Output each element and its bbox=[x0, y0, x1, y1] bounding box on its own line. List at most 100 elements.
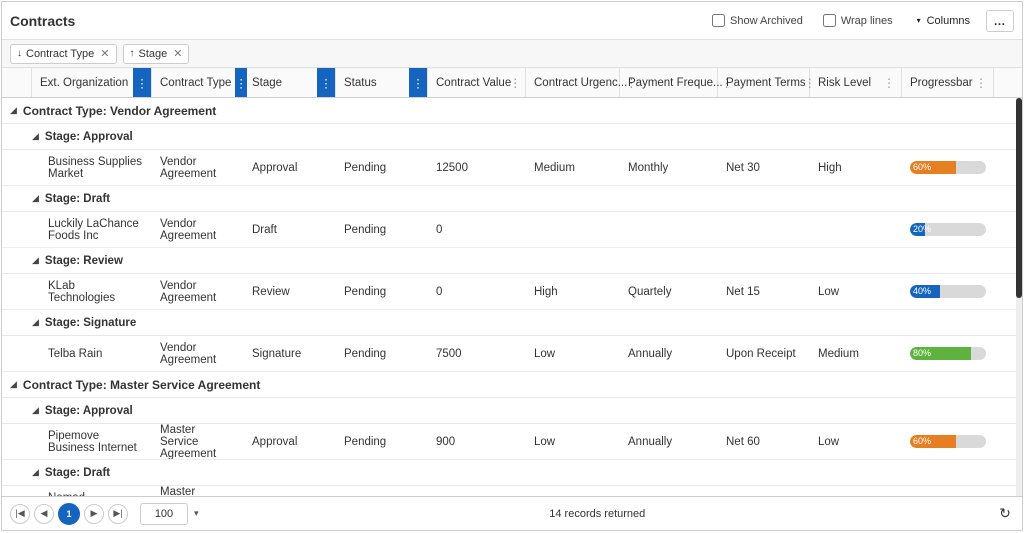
table-row[interactable]: Luckily LaChance Foods IncVendor Agreeme… bbox=[2, 212, 1022, 248]
group-row-stage[interactable]: ◢Stage: Review bbox=[2, 248, 1022, 274]
group-label: Contract Type: Vendor Agreement bbox=[23, 104, 216, 118]
cell-status: Pending bbox=[336, 212, 428, 247]
group-chip-stage[interactable]: ↑ Stage ✕ bbox=[123, 44, 190, 64]
caret-down-icon: ◢ bbox=[10, 379, 17, 390]
toolbar: Contracts Show Archived Wrap lines ▾ Col… bbox=[2, 2, 1022, 40]
group-row-stage[interactable]: ◢Stage: Approval bbox=[2, 398, 1022, 424]
cell-value: 0 bbox=[428, 274, 526, 309]
cell-progress: 20% bbox=[902, 486, 994, 496]
cell-status: Pending bbox=[336, 274, 428, 309]
grip-icon[interactable]: ⋮ bbox=[133, 68, 151, 97]
cell-status: Pending bbox=[336, 150, 428, 185]
cell-org: Telba Rain bbox=[32, 336, 152, 371]
cell-value: 12500 bbox=[428, 150, 526, 185]
table-row[interactable]: Business Supplies MarketVendor Agreement… bbox=[2, 150, 1022, 186]
cell-freq: Quartely bbox=[620, 274, 718, 309]
group-row-stage[interactable]: ◢Stage: Approval bbox=[2, 124, 1022, 150]
grip-icon[interactable]: ⋮ bbox=[885, 68, 893, 97]
cell-urgency: High bbox=[526, 274, 620, 309]
grip-icon[interactable]: ⋮ bbox=[511, 68, 519, 97]
col-payment-terms[interactable]: Payment Terms⋮ bbox=[718, 68, 810, 97]
col-contract-value[interactable]: Contract Value⋮ bbox=[428, 68, 526, 97]
col-payment-frequency[interactable]: Payment Freque...⋮ bbox=[620, 68, 718, 97]
cell-risk: High bbox=[810, 150, 902, 185]
progress-value: 40% bbox=[913, 285, 931, 298]
sort-desc-icon: ↓ bbox=[17, 48, 22, 59]
wrap-lines-toggle[interactable]: Wrap lines bbox=[823, 14, 893, 27]
cell-progress: 40% bbox=[902, 274, 994, 309]
group-row-stage[interactable]: ◢ Stage: Draft bbox=[2, 186, 1022, 212]
pager-first-button[interactable]: |◀ bbox=[10, 504, 30, 524]
cell-terms: Net 60 bbox=[718, 486, 810, 496]
cell-terms bbox=[718, 212, 810, 247]
close-icon[interactable]: ✕ bbox=[173, 47, 182, 60]
group-label: Stage: Draft bbox=[45, 467, 110, 479]
progress-bar: 60% bbox=[910, 161, 986, 174]
close-icon[interactable]: ✕ bbox=[100, 47, 109, 60]
col-status[interactable]: Status⋮ bbox=[336, 68, 428, 97]
wrap-lines-checkbox[interactable] bbox=[823, 14, 836, 27]
cell-type: Vendor Agreement bbox=[152, 336, 244, 371]
show-archived-checkbox[interactable] bbox=[712, 14, 725, 27]
scrollbar-thumb[interactable] bbox=[1016, 98, 1022, 298]
refresh-button[interactable]: ↻ bbox=[996, 505, 1014, 523]
column-headers: Ext. Organization⋮ Contract Type⋮ Stage⋮… bbox=[2, 68, 1022, 98]
cell-terms: Net 15 bbox=[718, 274, 810, 309]
cell-terms: Net 30 bbox=[718, 150, 810, 185]
columns-button[interactable]: ▾ Columns bbox=[917, 15, 970, 27]
col-stage[interactable]: Stage⋮ bbox=[244, 68, 336, 97]
progress-bar: 40% bbox=[910, 285, 986, 298]
group-label: Stage: Signature bbox=[45, 317, 136, 329]
pager-last-button[interactable]: ▶| bbox=[108, 504, 128, 524]
group-row-stage[interactable]: ◢Stage: Signature bbox=[2, 310, 1022, 336]
col-progressbar[interactable]: Progressbar⋮ bbox=[902, 68, 994, 97]
col-ext-organization[interactable]: Ext. Organization⋮ bbox=[32, 68, 152, 97]
row-expand-gutter bbox=[2, 68, 32, 97]
cell-org: Business Supplies Market bbox=[32, 150, 152, 185]
pager-current-page[interactable]: 1 bbox=[58, 503, 80, 525]
cell-type: Vendor Agreement bbox=[152, 212, 244, 247]
cell-risk: Low bbox=[810, 486, 902, 496]
cell-type: Master Service Agreement bbox=[152, 424, 244, 459]
cell-progress: 20% bbox=[902, 212, 994, 247]
progress-value: 60% bbox=[913, 161, 931, 174]
grip-icon[interactable]: ⋮ bbox=[977, 68, 985, 97]
table-row[interactable]: Pipemove Business InternetMaster Service… bbox=[2, 424, 1022, 460]
cell-freq: Monthly bbox=[620, 486, 718, 496]
cell-stage: Draft bbox=[244, 486, 336, 496]
pager-prev-button[interactable]: ◀ bbox=[34, 504, 54, 524]
group-row-contract-type[interactable]: ◢Contract Type: Master Service Agreement bbox=[2, 372, 1022, 398]
group-label: Stage: Approval bbox=[45, 405, 133, 417]
grip-icon[interactable]: ⋮ bbox=[317, 68, 335, 97]
more-button[interactable]: … bbox=[986, 10, 1014, 32]
cell-type: Vendor Agreement bbox=[152, 150, 244, 185]
table-row[interactable]: Nomad MunicipalityMaster Service Agreeme… bbox=[2, 486, 1022, 496]
page-title: Contracts bbox=[10, 13, 75, 29]
col-risk-level[interactable]: Risk Level⋮ bbox=[810, 68, 902, 97]
group-row-stage[interactable]: ◢Stage: Draft bbox=[2, 460, 1022, 486]
row-expand-gutter bbox=[2, 336, 32, 371]
table-row[interactable]: KLab TechnologiesVendor AgreementReviewP… bbox=[2, 274, 1022, 310]
group-chip-contract-type[interactable]: ↓ Contract Type ✕ bbox=[10, 44, 117, 64]
show-archived-toggle[interactable]: Show Archived bbox=[712, 14, 803, 27]
grip-icon[interactable]: ⋮ bbox=[409, 68, 427, 97]
cell-status: Pending bbox=[336, 486, 428, 496]
col-contract-urgency[interactable]: Contract Urgenc...⋮ bbox=[526, 68, 620, 97]
cell-freq: Annually bbox=[620, 424, 718, 459]
wrap-lines-label: Wrap lines bbox=[841, 15, 893, 27]
caret-down-icon: ◢ bbox=[32, 193, 39, 204]
col-contract-type[interactable]: Contract Type⋮ bbox=[152, 68, 244, 97]
page-size-value[interactable]: 100 bbox=[140, 503, 188, 525]
progress-value: 80% bbox=[913, 347, 931, 360]
pager-next-button[interactable]: ▶ bbox=[84, 504, 104, 524]
caret-down-icon: ◢ bbox=[10, 105, 17, 116]
cell-status: Pending bbox=[336, 424, 428, 459]
cell-type: Vendor Agreement bbox=[152, 274, 244, 309]
cell-org: Nomad Municipality bbox=[32, 486, 152, 496]
group-row-contract-type[interactable]: ◢ Contract Type: Vendor Agreement bbox=[2, 98, 1022, 124]
records-status: 14 records returned bbox=[199, 508, 996, 520]
group-label: Stage: Draft bbox=[45, 193, 110, 205]
table-row[interactable]: Telba RainVendor AgreementSignaturePendi… bbox=[2, 336, 1022, 372]
progress-bar: 60% bbox=[910, 435, 986, 448]
group-label: Stage: Approval bbox=[45, 131, 133, 143]
